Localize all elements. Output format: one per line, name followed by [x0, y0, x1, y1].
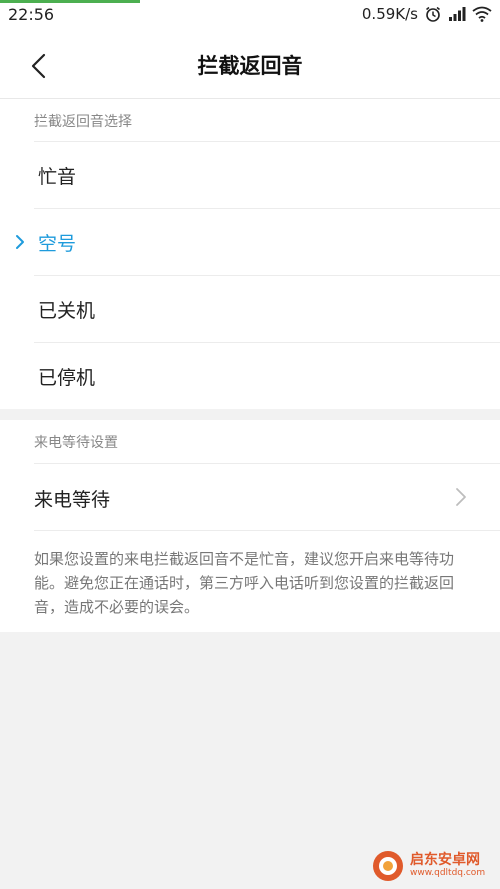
- signal-icon: [448, 6, 466, 22]
- call-waiting-description: 如果您设置的来电拦截返回音不是忙音，建议您开启来电等待功能。避免您正在通话时，第…: [34, 550, 455, 616]
- status-time: 22:56: [8, 5, 55, 24]
- selected-chevron-icon: [16, 235, 24, 249]
- tone-selection-section: 拦截返回音选择 忙音 空号 已关机 已停机: [0, 99, 500, 409]
- call-waiting-item[interactable]: 来电等待: [0, 464, 500, 530]
- option-suspended[interactable]: 已停机: [0, 343, 500, 410]
- page-load-progress: [0, 0, 140, 3]
- watermark-logo-icon: [373, 851, 403, 881]
- option-empty-number[interactable]: 空号: [0, 209, 500, 276]
- watermark-name: 启东安卓网: [410, 852, 480, 868]
- section-caption-wait: 来电等待设置: [34, 435, 118, 451]
- chevron-right-icon: [456, 488, 466, 506]
- watermark-url: www.qdltdq.com: [410, 868, 486, 878]
- option-label: 空号: [38, 233, 77, 255]
- net-speed: 0.59K/s: [361, 5, 418, 23]
- option-label: 已关机: [38, 300, 96, 322]
- option-busy-tone[interactable]: 忙音: [0, 142, 500, 209]
- app-header: 拦截返回音: [0, 30, 500, 99]
- option-powered-off[interactable]: 已关机: [0, 276, 500, 343]
- watermark: 启东安卓网 www.qdltdq.com: [372, 850, 485, 882]
- call-waiting-section: 来电等待设置 来电等待 如果您设置的来电拦截返回音不是忙音，建议您开启来电等待功…: [0, 420, 500, 632]
- watermark-text-block: 启东安卓网 www.qdltdq.com: [410, 853, 485, 879]
- option-label: 忙音: [38, 166, 77, 188]
- page-title: 拦截返回音: [197, 54, 303, 78]
- status-bar: 22:56 0.59K/s: [0, 0, 500, 30]
- status-right: 0.59K/s: [362, 5, 492, 23]
- divider: [34, 530, 500, 531]
- option-label: 已停机: [38, 367, 96, 389]
- alarm-icon: [424, 5, 442, 23]
- screen: 22:56 0.59K/s 拦截返回音 拦截返回音选择 忙音 空号 已关机 已停…: [0, 0, 500, 889]
- call-waiting-label: 来电等待: [34, 489, 111, 511]
- wifi-icon: [472, 6, 492, 22]
- section-caption-tone: 拦截返回音选择: [34, 114, 132, 130]
